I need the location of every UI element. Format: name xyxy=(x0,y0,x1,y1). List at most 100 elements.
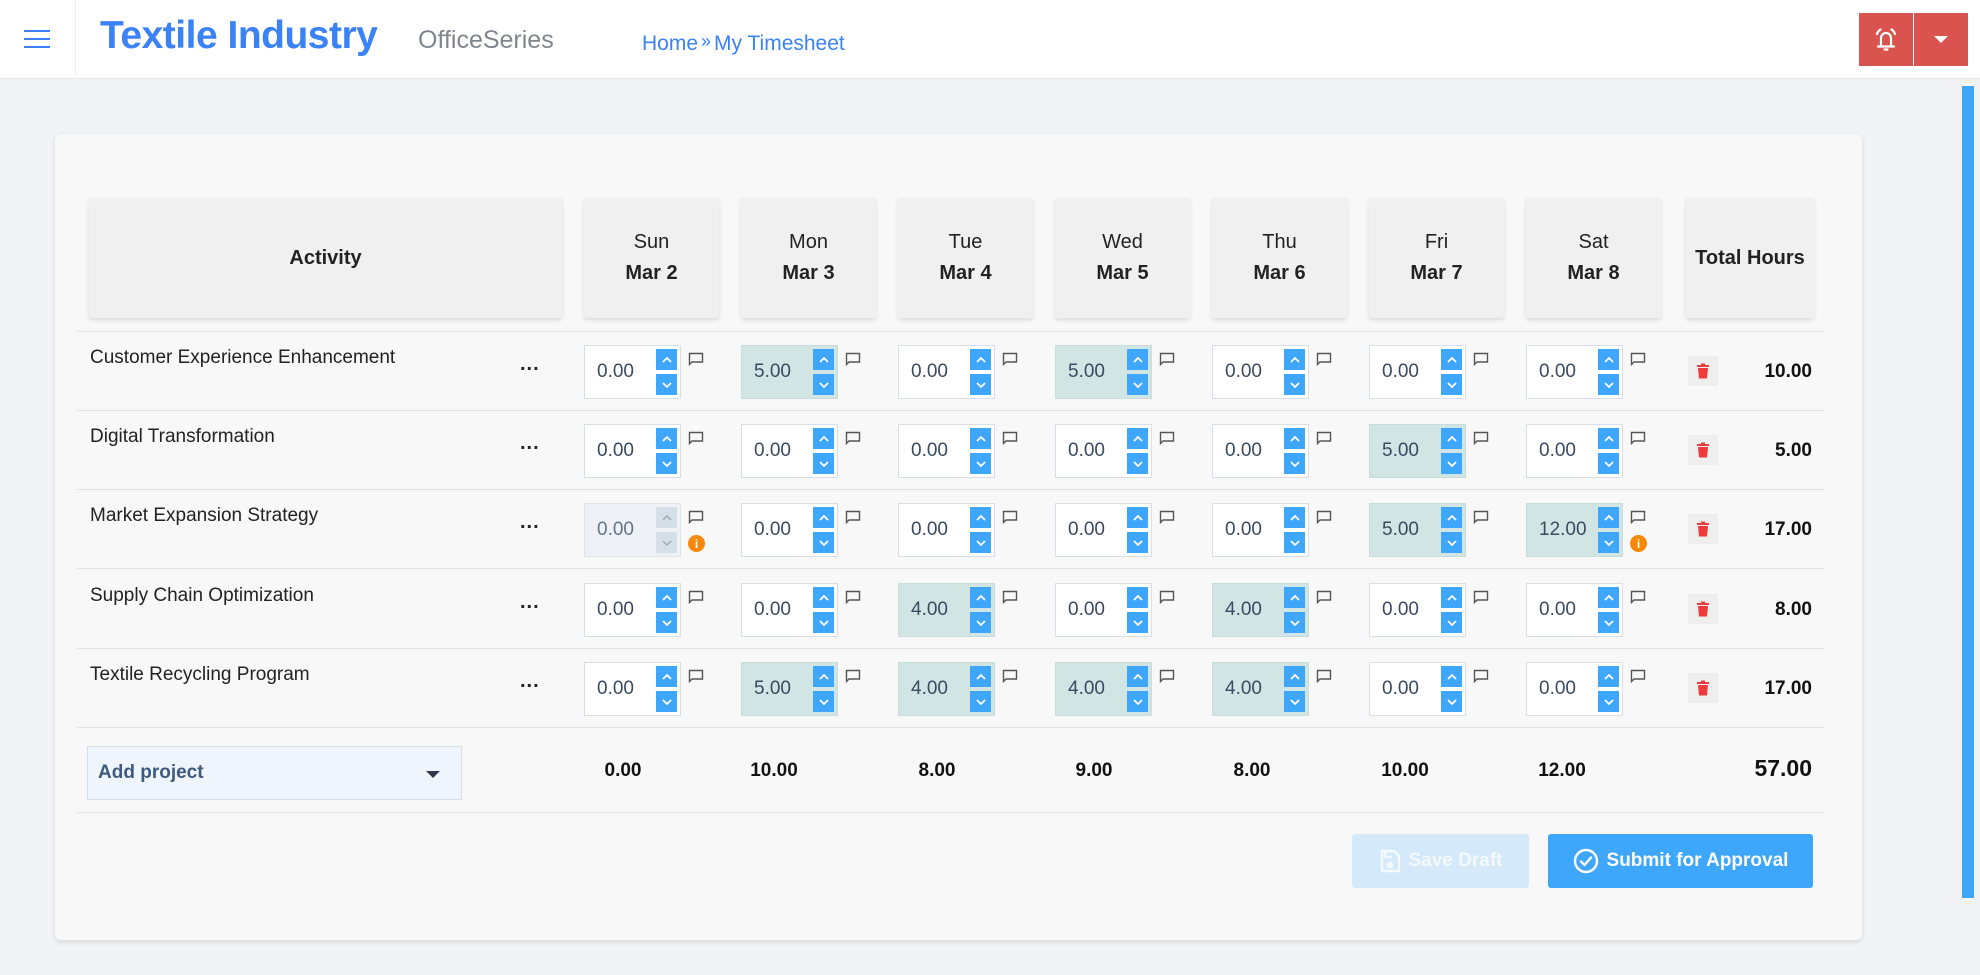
row-options-menu-icon[interactable]: ... xyxy=(520,512,550,537)
increment-chevron-up-icon[interactable] xyxy=(1284,666,1305,687)
hours-input[interactable] xyxy=(1370,425,1438,477)
decrement-chevron-down-icon[interactable] xyxy=(1284,374,1305,395)
hours-stepper-thu[interactable] xyxy=(1212,662,1309,716)
comment-icon[interactable] xyxy=(1473,352,1489,367)
hours-input[interactable] xyxy=(899,346,967,398)
hours-stepper-thu[interactable] xyxy=(1212,503,1309,557)
hours-stepper-sat[interactable] xyxy=(1526,345,1623,399)
hours-stepper-wed[interactable] xyxy=(1055,503,1152,557)
hours-stepper-tue[interactable] xyxy=(898,662,995,716)
hamburger-menu-icon[interactable] xyxy=(18,22,58,58)
hours-input[interactable] xyxy=(1213,584,1281,636)
hours-stepper-fri[interactable] xyxy=(1369,583,1466,637)
hours-input[interactable] xyxy=(1527,663,1595,715)
increment-chevron-up-icon[interactable] xyxy=(1598,507,1619,528)
comment-icon[interactable] xyxy=(1159,669,1175,684)
increment-chevron-up-icon[interactable] xyxy=(813,507,834,528)
hours-stepper-tue[interactable] xyxy=(898,345,995,399)
hours-input[interactable] xyxy=(742,346,810,398)
decrement-chevron-down-icon[interactable] xyxy=(1598,453,1619,474)
hours-stepper-wed[interactable] xyxy=(1055,583,1152,637)
increment-chevron-up-icon[interactable] xyxy=(1441,349,1462,370)
row-options-menu-icon[interactable]: ... xyxy=(520,433,550,458)
hours-input[interactable] xyxy=(1056,346,1124,398)
comment-icon[interactable] xyxy=(688,590,704,605)
comment-icon[interactable] xyxy=(1473,510,1489,525)
comment-icon[interactable] xyxy=(1159,352,1175,367)
row-options-menu-icon[interactable]: ... xyxy=(520,592,550,617)
increment-chevron-up-icon[interactable] xyxy=(1598,666,1619,687)
hours-stepper-tue[interactable] xyxy=(898,583,995,637)
increment-chevron-up-icon[interactable] xyxy=(1284,587,1305,608)
hours-stepper-mon[interactable] xyxy=(741,503,838,557)
comment-icon[interactable] xyxy=(688,431,704,446)
hours-input[interactable] xyxy=(1370,346,1438,398)
increment-chevron-up-icon[interactable] xyxy=(970,587,991,608)
comment-icon[interactable] xyxy=(1630,431,1646,446)
comment-icon[interactable] xyxy=(845,510,861,525)
hours-stepper-thu[interactable] xyxy=(1212,583,1309,637)
hours-input[interactable] xyxy=(1527,425,1595,477)
decrement-chevron-down-icon[interactable] xyxy=(1441,374,1462,395)
delete-row-trash-icon[interactable] xyxy=(1688,514,1718,544)
comment-icon[interactable] xyxy=(1316,352,1332,367)
hours-input[interactable] xyxy=(1056,425,1124,477)
decrement-chevron-down-icon[interactable] xyxy=(1598,612,1619,633)
hours-stepper-wed[interactable] xyxy=(1055,345,1152,399)
decrement-chevron-down-icon[interactable] xyxy=(1127,374,1148,395)
hours-input[interactable] xyxy=(1527,504,1595,556)
hours-stepper-sun[interactable] xyxy=(584,583,681,637)
increment-chevron-up-icon[interactable] xyxy=(1284,428,1305,449)
decrement-chevron-down-icon[interactable] xyxy=(1441,691,1462,712)
increment-chevron-up-icon[interactable] xyxy=(813,349,834,370)
comment-icon[interactable] xyxy=(1316,431,1332,446)
decrement-chevron-down-icon[interactable] xyxy=(1441,612,1462,633)
hours-stepper-sun[interactable] xyxy=(584,345,681,399)
hours-input[interactable] xyxy=(1213,504,1281,556)
increment-chevron-up-icon[interactable] xyxy=(1284,349,1305,370)
increment-chevron-up-icon[interactable] xyxy=(656,428,677,449)
increment-chevron-up-icon[interactable] xyxy=(1441,587,1462,608)
comment-icon[interactable] xyxy=(1002,431,1018,446)
decrement-chevron-down-icon[interactable] xyxy=(1598,532,1619,553)
decrement-chevron-down-icon[interactable] xyxy=(970,612,991,633)
decrement-chevron-down-icon[interactable] xyxy=(1441,453,1462,474)
row-options-menu-icon[interactable]: ... xyxy=(520,671,550,696)
comment-icon[interactable] xyxy=(1630,510,1646,525)
decrement-chevron-down-icon[interactable] xyxy=(656,691,677,712)
info-warning-icon[interactable]: i xyxy=(688,535,705,552)
increment-chevron-up-icon[interactable] xyxy=(1598,349,1619,370)
comment-icon[interactable] xyxy=(1473,590,1489,605)
hours-input[interactable] xyxy=(899,584,967,636)
comment-icon[interactable] xyxy=(845,590,861,605)
info-warning-icon[interactable]: i xyxy=(1630,535,1647,552)
comment-icon[interactable] xyxy=(1002,510,1018,525)
decrement-chevron-down-icon[interactable] xyxy=(656,374,677,395)
increment-chevron-up-icon[interactable] xyxy=(1441,666,1462,687)
save-draft-button[interactable]: Save Draft xyxy=(1352,834,1529,888)
hours-input[interactable] xyxy=(1370,584,1438,636)
notifications-button[interactable] xyxy=(1859,13,1913,66)
increment-chevron-up-icon[interactable] xyxy=(1284,507,1305,528)
submit-for-approval-button[interactable]: Submit for Approval xyxy=(1548,834,1813,888)
hours-stepper-sun[interactable] xyxy=(584,662,681,716)
decrement-chevron-down-icon[interactable] xyxy=(1127,691,1148,712)
hours-input[interactable] xyxy=(1527,346,1595,398)
increment-chevron-up-icon[interactable] xyxy=(813,428,834,449)
increment-chevron-up-icon[interactable] xyxy=(656,587,677,608)
increment-chevron-up-icon[interactable] xyxy=(1127,587,1148,608)
hours-input[interactable] xyxy=(585,584,653,636)
hours-input[interactable] xyxy=(585,425,653,477)
hours-stepper-sat[interactable] xyxy=(1526,662,1623,716)
decrement-chevron-down-icon[interactable] xyxy=(1127,612,1148,633)
notifications-dropdown-button[interactable] xyxy=(1914,13,1968,66)
decrement-chevron-down-icon[interactable] xyxy=(1284,453,1305,474)
hours-input[interactable] xyxy=(585,346,653,398)
decrement-chevron-down-icon[interactable] xyxy=(656,612,677,633)
hours-stepper-mon[interactable] xyxy=(741,583,838,637)
add-project-dropdown[interactable]: Add project xyxy=(87,746,462,800)
decrement-chevron-down-icon[interactable] xyxy=(1441,532,1462,553)
comment-icon[interactable] xyxy=(845,669,861,684)
hours-input[interactable] xyxy=(1056,663,1124,715)
hours-input[interactable] xyxy=(1370,663,1438,715)
